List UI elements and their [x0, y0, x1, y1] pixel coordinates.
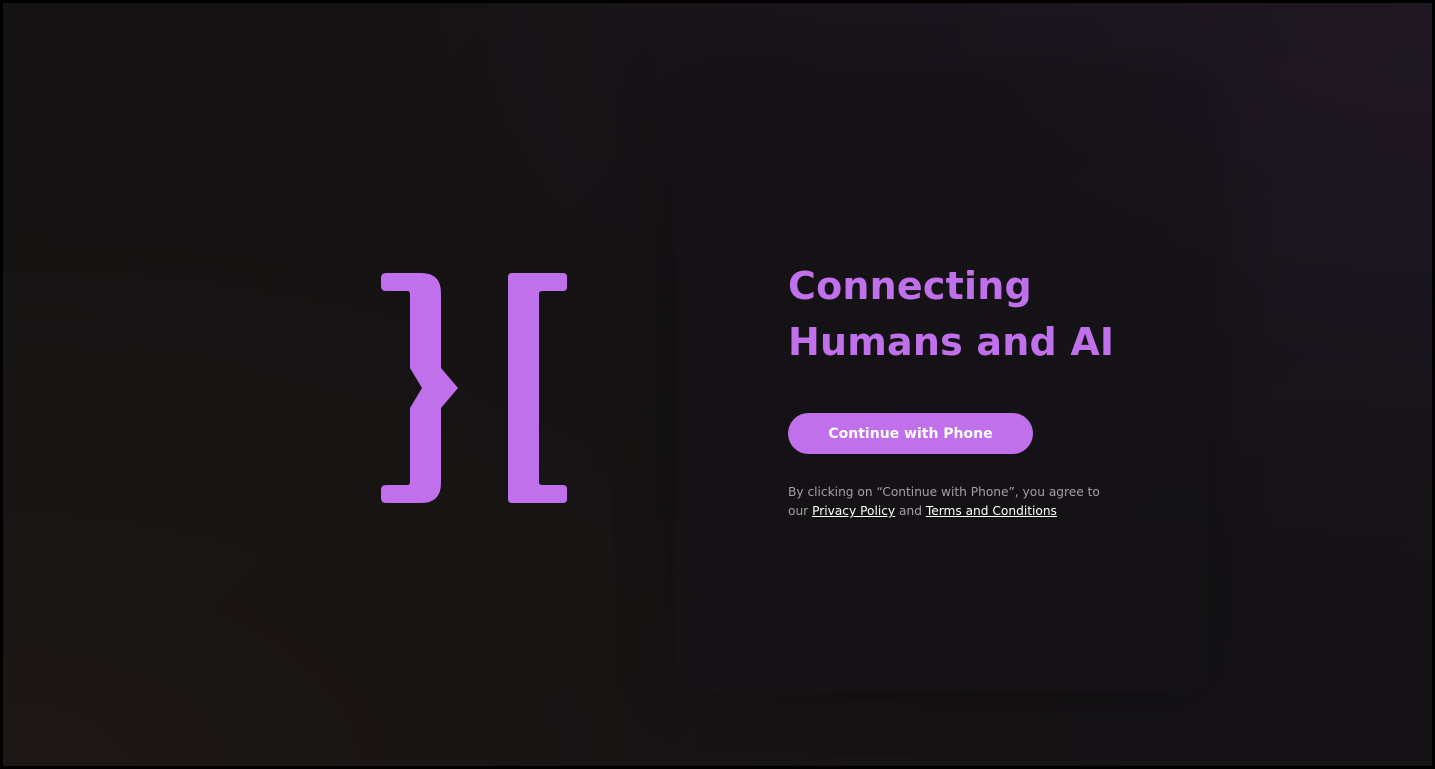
headline-line-2: Humans and AI: [788, 320, 1115, 364]
privacy-policy-link[interactable]: Privacy Policy: [812, 504, 895, 518]
logo-brace-shape: [381, 273, 458, 503]
headline-line-1: Connecting: [788, 264, 1032, 308]
legal-and-text: and: [899, 504, 922, 518]
login-panel: [675, 81, 1207, 693]
legal-notice: By clicking on “Continue with Phone”, yo…: [788, 483, 1108, 521]
continue-with-phone-button[interactable]: Continue with Phone: [788, 413, 1033, 454]
headline: Connecting Humans and AI: [788, 258, 1114, 370]
app-window: Connecting Humans and AI Continue with P…: [0, 0, 1435, 769]
terms-and-conditions-link[interactable]: Terms and Conditions: [926, 504, 1057, 518]
logo-bracket-shape: [508, 273, 567, 503]
brace-bracket-logo-icon: [381, 273, 567, 503]
